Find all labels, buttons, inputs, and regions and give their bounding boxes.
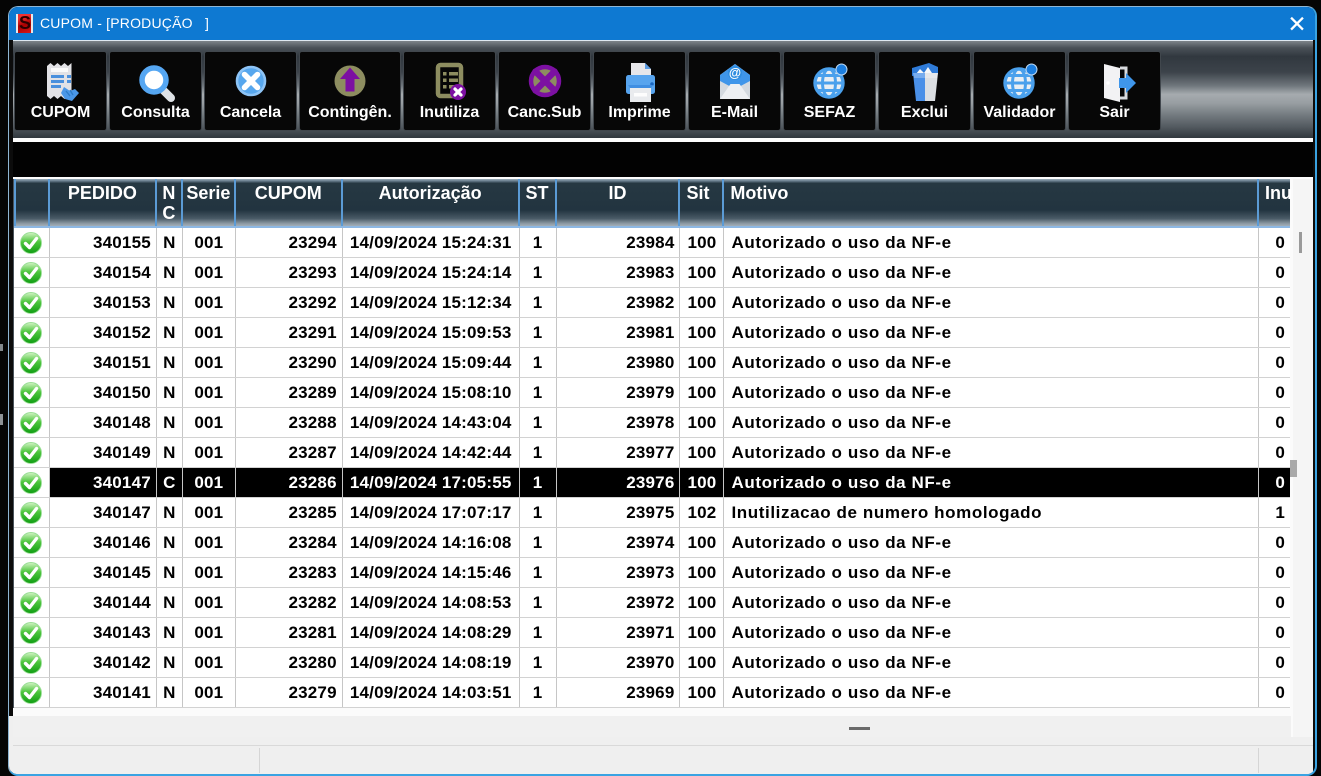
svg-text:@: @ (728, 66, 740, 80)
